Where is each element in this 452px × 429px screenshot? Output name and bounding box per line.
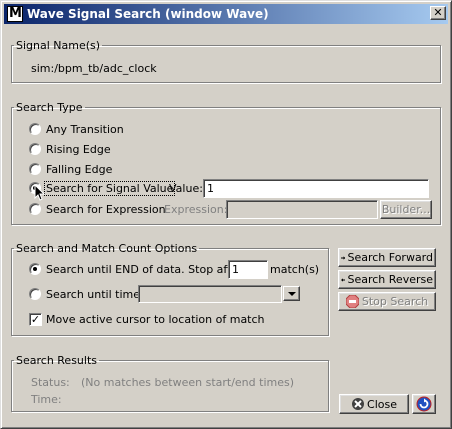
- close-window-button[interactable]: ✕: [430, 6, 446, 20]
- move-cursor-label[interactable]: Move active cursor to location of match: [46, 313, 265, 326]
- expression-input[interactable]: [226, 200, 378, 219]
- signal-names-group: Signal Name(s): [11, 39, 441, 83]
- match-suffix-label: match(s): [270, 263, 320, 276]
- until-time-radio[interactable]: [29, 288, 41, 300]
- search-results-legend: Search Results: [16, 354, 98, 367]
- modelsim-app-icon: [7, 6, 23, 22]
- expression-radio[interactable]: [29, 203, 41, 215]
- arrow-right-icon: [341, 255, 346, 260]
- until-end-label[interactable]: Search until END of data. Stop after: [46, 263, 243, 276]
- value-label: Value:: [169, 182, 203, 195]
- mouse-cursor-icon: [34, 184, 46, 201]
- signal-name-value: sim:/bpm_tb/adc_clock: [31, 62, 157, 75]
- close-button[interactable]: Close: [339, 394, 409, 414]
- falling-edge-radio[interactable]: [29, 163, 41, 175]
- search-type-legend: Search Type: [16, 101, 83, 114]
- status-label: Status:: [31, 376, 70, 389]
- any-transition-label[interactable]: Any Transition: [46, 123, 124, 136]
- stop-search-label: Stop Search: [361, 295, 429, 308]
- stop-search-button[interactable]: Stop Search: [338, 292, 436, 311]
- search-forward-label: Search Forward: [347, 251, 433, 264]
- builder-button[interactable]: Builder...: [380, 200, 432, 219]
- window-title: Wave Signal Search (window Wave): [27, 7, 269, 21]
- count-options-legend: Search and Match Count Options: [16, 242, 198, 255]
- search-reverse-button[interactable]: Search Reverse: [338, 270, 436, 289]
- any-transition-radio[interactable]: [29, 123, 41, 135]
- until-end-radio[interactable]: [29, 263, 41, 275]
- expression-label: Expression:: [164, 203, 228, 216]
- time-label: Time:: [31, 393, 62, 406]
- stop-after-input[interactable]: 1: [228, 260, 268, 279]
- signal-value-input[interactable]: 1: [203, 179, 429, 198]
- until-time-dropdown-icon[interactable]: [283, 286, 300, 301]
- stop-icon: [345, 295, 359, 308]
- signal-names-legend: Signal Name(s): [16, 39, 101, 52]
- until-time-label[interactable]: Search until time:: [46, 288, 144, 301]
- search-reverse-label: Search Reverse: [347, 273, 433, 286]
- falling-edge-label[interactable]: Falling Edge: [46, 163, 112, 176]
- signal-value-label[interactable]: Search for Signal Value: [43, 181, 176, 196]
- rising-edge-label[interactable]: Rising Edge: [46, 143, 111, 156]
- arrow-left-icon: [341, 277, 346, 282]
- title-bar[interactable]: Wave Signal Search (window Wave) ✕: [4, 4, 448, 24]
- close-circle-icon: [352, 398, 365, 410]
- refresh-icon: [416, 396, 432, 412]
- search-forward-button[interactable]: Search Forward: [338, 248, 436, 267]
- expression-radio-label[interactable]: Search for Expression: [46, 203, 166, 216]
- refresh-button[interactable]: [412, 394, 436, 414]
- rising-edge-radio[interactable]: [29, 143, 41, 155]
- until-time-combo[interactable]: [138, 285, 282, 303]
- move-cursor-checkbox[interactable]: ✓: [29, 313, 42, 326]
- dialog-window: Wave Signal Search (window Wave) ✕ Signa…: [0, 0, 452, 429]
- status-value: (No matches between start/end times): [81, 376, 295, 389]
- close-button-label: Close: [367, 397, 397, 411]
